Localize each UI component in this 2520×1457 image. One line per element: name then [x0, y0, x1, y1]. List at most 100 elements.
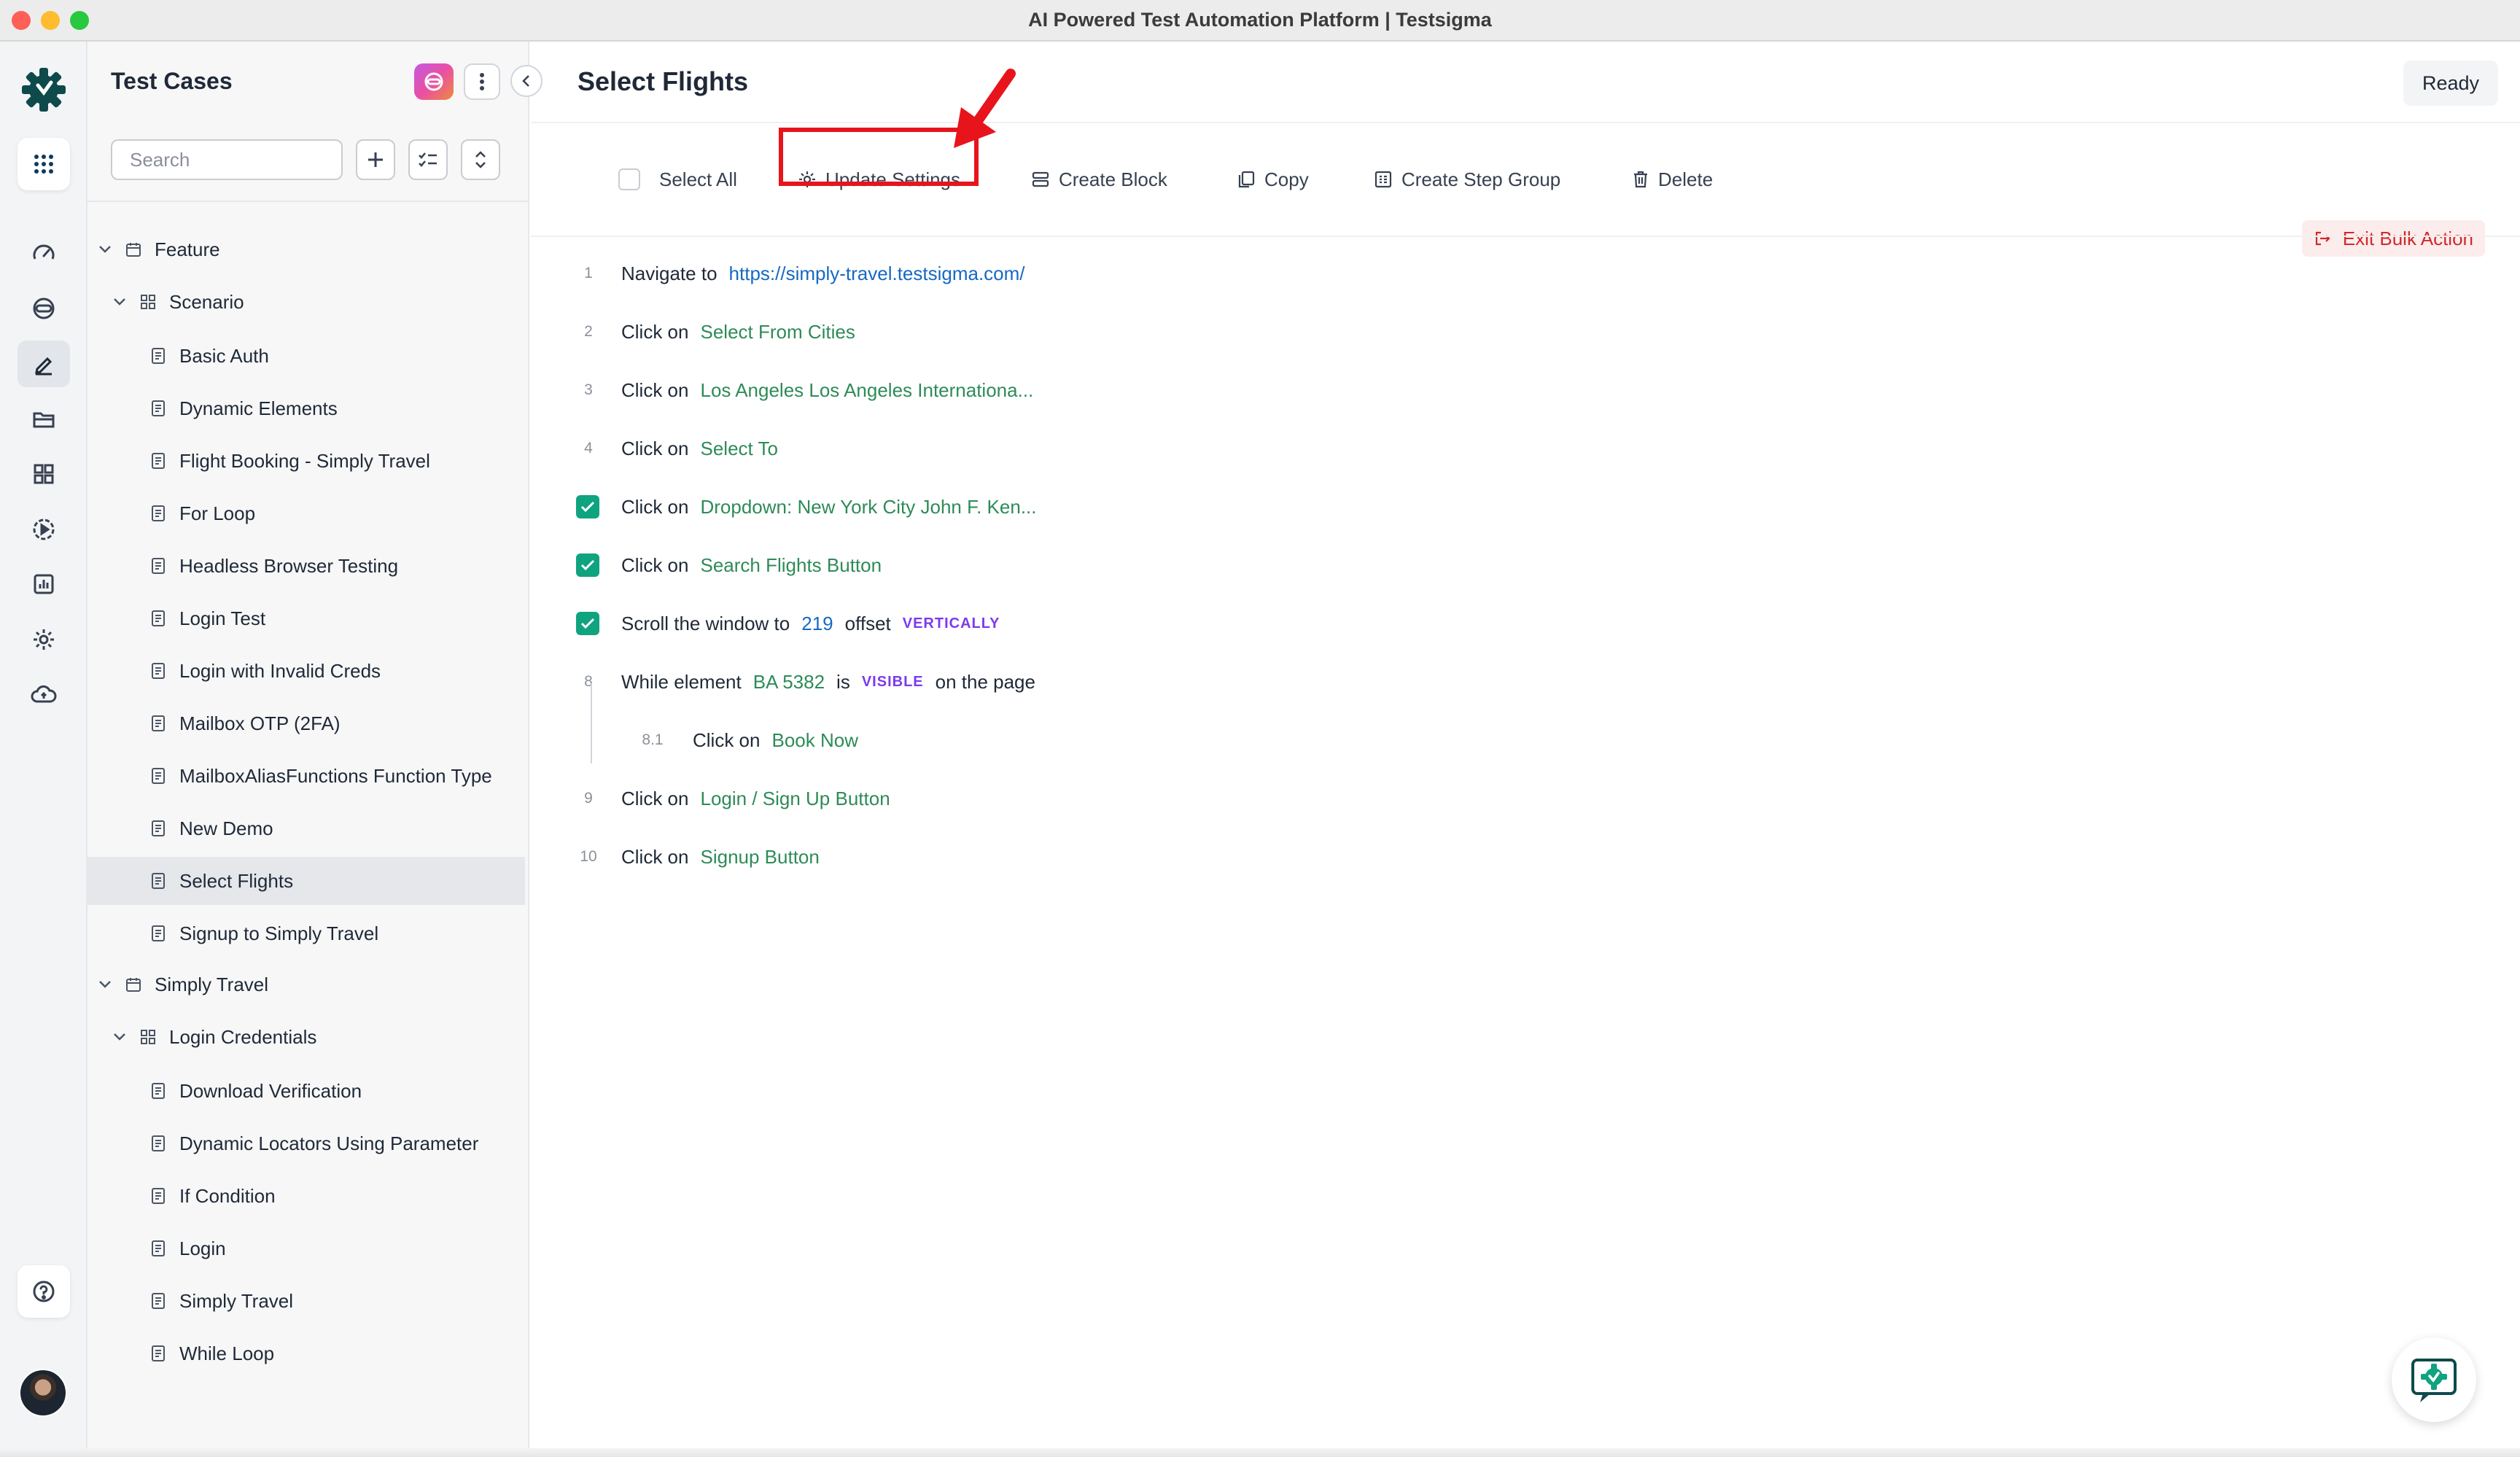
user-avatar[interactable] [19, 1369, 67, 1417]
tree-scenario[interactable]: Login Credentials [88, 1013, 525, 1061]
test-step-row[interactable]: Click on Search Flights Button [531, 543, 1698, 587]
expand-collapse-icon[interactable] [461, 139, 500, 180]
create-block-button[interactable]: Create Block [1031, 123, 1167, 236]
step-number: 9 [584, 790, 593, 807]
select-all-checkbox[interactable]: Select All [618, 123, 737, 236]
apps-icon[interactable] [18, 138, 70, 190]
copy-button[interactable]: Copy [1237, 123, 1309, 236]
tree-item-label: Scenario [169, 290, 244, 313]
ai-agent-icon[interactable] [18, 285, 70, 332]
tree-test-case[interactable]: Headless Browser Testing [88, 542, 525, 590]
tree-test-case[interactable]: Select Flights [88, 857, 525, 905]
step-element[interactable]: Select To [700, 438, 777, 460]
test-step-row[interactable]: 9 Click on Login / Sign Up Button [531, 777, 1698, 820]
step-number: 4 [584, 440, 593, 456]
status-badge[interactable]: Ready [2403, 61, 2498, 106]
step-action-text: While element [621, 670, 742, 693]
step-keyword[interactable]: VISIBLE [862, 674, 924, 691]
step-element[interactable]: Select From Cities [700, 321, 855, 343]
test-step-row[interactable]: 1 Navigate to https://simply-travel.testsi… [531, 252, 1698, 295]
main-content: Select Flights Ready Select All Update S… [531, 42, 2520, 1457]
tree-test-case[interactable]: Dynamic Elements [88, 384, 525, 432]
tree-test-case[interactable]: New Demo [88, 804, 525, 852]
step-body: Click on Signup Button [621, 846, 831, 869]
step-element[interactable]: Book Now [771, 729, 858, 752]
bulk-select-icon[interactable] [408, 139, 448, 180]
test-step-row[interactable]: 3 Click on Los Angeles Los Angeles Interna… [531, 368, 1698, 412]
exit-bulk-action-button[interactable]: Exit Bulk Action [2301, 220, 2485, 257]
test-step-row[interactable]: 10 Click on Signup Button [531, 835, 1698, 879]
step-action-text: Click on [621, 787, 689, 809]
step-element[interactable]: Login / Sign Up Button [700, 788, 890, 810]
test-step-row[interactable]: Scroll the window to 219 offset VERTICALLY [531, 602, 1698, 645]
step-value-link[interactable]: https://simply-travel.testsigma.com/ [729, 263, 1025, 285]
step-value-link[interactable]: 219 [801, 613, 833, 635]
tree-test-case[interactable]: Flight Booking - Simply Travel [88, 437, 525, 485]
ai-assistant-icon[interactable] [414, 63, 454, 100]
run-icon[interactable] [18, 506, 70, 553]
test-step-row[interactable]: 8 While element BA 5382 is VISIBLE on the pag… [531, 660, 1698, 704]
tree-test-case[interactable]: Login Test [88, 594, 525, 642]
step-action-text: Navigate to [621, 262, 718, 284]
step-checkbox-checked[interactable] [576, 495, 599, 518]
tree-test-case[interactable]: While Loop [88, 1329, 525, 1378]
tree-test-case[interactable]: Signup to Simply Travel [88, 909, 525, 957]
tree-test-case[interactable]: Mailbox OTP (2FA) [88, 699, 525, 747]
test-case-icon [147, 504, 169, 523]
step-element[interactable]: Signup Button [700, 846, 819, 869]
more-options-icon[interactable] [464, 63, 500, 100]
step-body: Click on Dropdown: New York City John F. … [621, 496, 1049, 518]
search-input[interactable] [111, 139, 343, 180]
step-number: 1 [584, 265, 593, 281]
collapse-panel-icon[interactable] [510, 65, 542, 97]
chevron-down-icon[interactable] [96, 245, 114, 254]
add-icon[interactable] [356, 139, 395, 180]
tree-test-case[interactable]: If Condition [88, 1172, 525, 1220]
tree-scenario[interactable]: Scenario [88, 278, 525, 326]
test-step-row[interactable]: 8.1 Click on Book Now [531, 718, 1698, 762]
edit-icon[interactable] [18, 341, 70, 387]
step-checkbox-checked[interactable] [576, 612, 599, 635]
step-element[interactable]: Search Flights Button [700, 554, 882, 577]
widgets-icon[interactable] [18, 451, 70, 497]
tree-test-case[interactable]: Simply Travel [88, 1277, 525, 1325]
tree-test-case[interactable]: For Loop [88, 489, 525, 537]
settings-icon[interactable] [18, 616, 70, 663]
tree-item-label: MailboxAliasFunctions Function Type [179, 764, 492, 787]
feature-icon [122, 241, 144, 258]
test-step-row[interactable]: 2 Click on Select From Cities [531, 310, 1698, 354]
tree-test-case[interactable]: Basic Auth [88, 332, 525, 380]
tree-test-case[interactable]: Login [88, 1224, 525, 1273]
tree-feature[interactable]: Feature [88, 225, 525, 273]
dashboard-icon[interactable] [18, 230, 70, 277]
step-element[interactable]: Los Angeles Los Angeles Internationa... [700, 379, 1033, 402]
test-step-row[interactable]: 4 Click on Select To [531, 427, 1698, 470]
step-element[interactable]: BA 5382 [753, 671, 825, 693]
help-icon[interactable] [18, 1265, 70, 1318]
tree-item-label: Feature [155, 238, 220, 260]
step-element[interactable]: Dropdown: New York City John F. Ken... [700, 496, 1036, 518]
tree-test-case[interactable]: Download Verification [88, 1067, 525, 1115]
tree-test-case[interactable]: MailboxAliasFunctions Function Type [88, 752, 525, 800]
checkbox[interactable] [618, 168, 640, 190]
step-keyword[interactable]: VERTICALLY [903, 615, 1000, 632]
step-checkbox-checked[interactable] [576, 553, 599, 577]
folder-icon[interactable] [18, 396, 70, 443]
tree-test-case[interactable]: Dynamic Locators Using Parameter [88, 1119, 525, 1167]
delete-button[interactable]: Delete [1632, 123, 1713, 236]
copy-label: Copy [1264, 168, 1309, 190]
cloud-icon[interactable] [18, 672, 70, 718]
tree-test-case[interactable]: Login with Invalid Creds [88, 647, 525, 695]
step-action-text: Click on [621, 495, 689, 518]
testsigma-logo-icon[interactable] [18, 63, 70, 116]
scenario-icon [137, 1028, 159, 1046]
testsigma-assistant-icon[interactable] [2392, 1337, 2476, 1422]
tree-feature[interactable]: Simply Travel [88, 960, 525, 1009]
test-step-row[interactable]: Click on Dropdown: New York City John F. … [531, 485, 1698, 529]
app-rail [0, 42, 88, 1457]
create-step-group-button[interactable]: Create Step Group [1374, 123, 1560, 236]
chevron-down-icon[interactable] [96, 980, 114, 989]
chevron-down-icon[interactable] [111, 1033, 128, 1041]
chevron-down-icon[interactable] [111, 298, 128, 306]
reports-icon[interactable] [18, 561, 70, 607]
